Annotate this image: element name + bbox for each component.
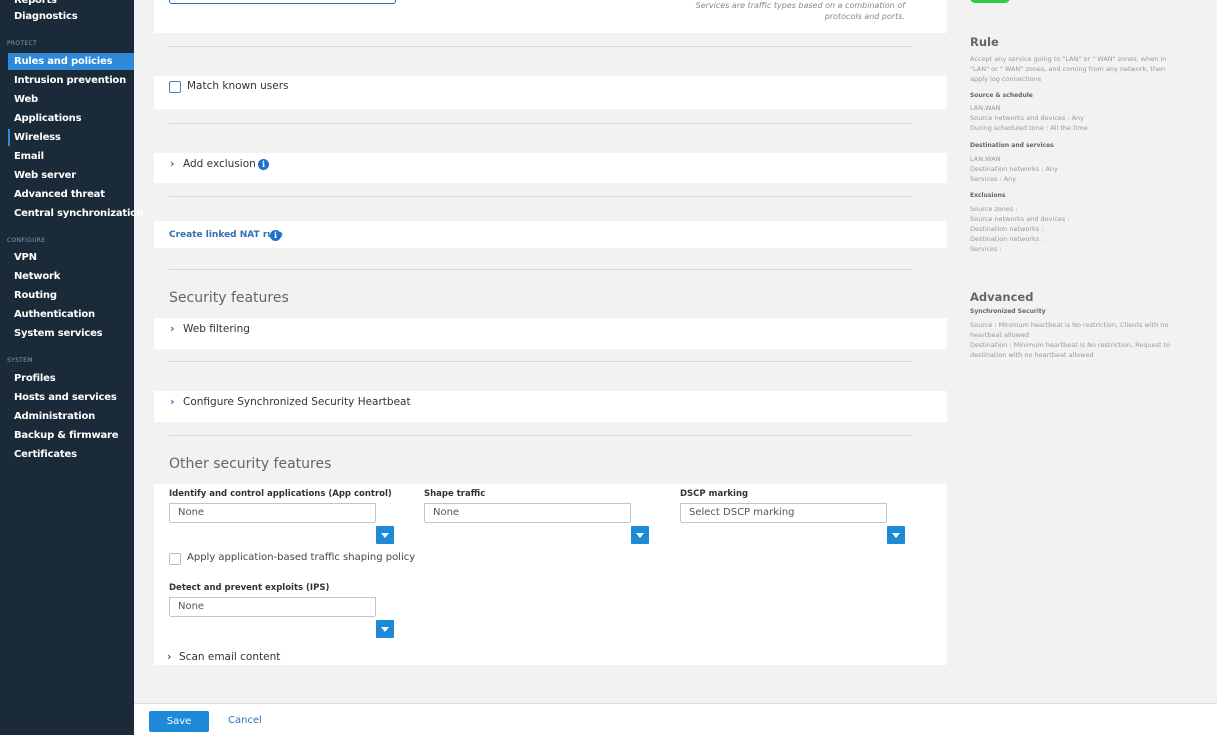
- scan-email-content-link[interactable]: Scan email content: [179, 651, 280, 663]
- match-known-users-checkbox[interactable]: [169, 81, 181, 93]
- sidebar-item-vpn[interactable]: VPN: [8, 249, 134, 266]
- exclusions-title: Exclusions: [970, 192, 1006, 199]
- services-note-line1: Services are traffic types based on a co…: [695, 1, 905, 10]
- destination-networks: Destination networks : Any: [970, 165, 1058, 173]
- chevron-down-icon[interactable]: [887, 526, 905, 544]
- security-features-title: Security features: [169, 290, 289, 306]
- source-schedule-title: Source & schedule: [970, 92, 1033, 99]
- shape-traffic-label: Shape traffic: [424, 489, 486, 499]
- sidebar-item-authentication[interactable]: Authentication: [8, 306, 134, 323]
- chevron-down-icon[interactable]: [631, 526, 649, 544]
- sidebar-item-network[interactable]: Network: [8, 268, 134, 285]
- exclusion-source-networks: Source networks and devices :: [970, 215, 1070, 223]
- match-known-users-label: Match known users: [187, 80, 289, 92]
- save-button[interactable]: Save: [149, 711, 209, 732]
- create-linked-nat-rule-link[interactable]: Create linked NAT rule: [169, 230, 283, 240]
- ips-select[interactable]: None: [169, 597, 376, 617]
- footer-bar: Save Cancel: [134, 703, 1217, 735]
- sidebar-item-central-synchronization[interactable]: Central synchronization: [8, 205, 144, 222]
- sidebar-section-protect: PROTECT: [7, 40, 37, 47]
- sync-source: Source : Minimum heartbeat is No restric…: [970, 321, 1169, 339]
- chevron-right-icon[interactable]: ›: [167, 650, 172, 663]
- ips-label: Detect and prevent exploits (IPS): [169, 583, 330, 593]
- synchronized-security-title: Synchronized Security: [970, 308, 1046, 315]
- chevron-down-icon[interactable]: [376, 526, 394, 544]
- source-zones: LAN,WAN: [970, 104, 1001, 112]
- divider: [169, 46, 912, 47]
- sidebar-item-applications[interactable]: Applications: [8, 110, 134, 127]
- services-note: Services are traffic types based on a co…: [696, 0, 905, 22]
- sidebar-item-wireless[interactable]: Wireless: [8, 129, 134, 146]
- source-networks: Source networks and devices : Any: [970, 114, 1085, 122]
- exclusion-source-zones: Source zones :: [970, 205, 1018, 213]
- shape-traffic-select[interactable]: None: [424, 503, 631, 523]
- rule-summary-panel: Rule Accept any service going to "LAN" o…: [955, 0, 1217, 703]
- chevron-right-icon[interactable]: ›: [170, 157, 175, 170]
- web-filtering-card: › Web filtering: [154, 318, 947, 349]
- source-time: During scheduled time : All the time: [970, 124, 1088, 132]
- sidebar-item-profiles[interactable]: Profiles: [8, 370, 134, 387]
- destination-services: Services : Any: [970, 175, 1017, 183]
- sidebar-item-diagnostics[interactable]: Diagnostics: [8, 8, 134, 25]
- chevron-down-icon[interactable]: [376, 620, 394, 638]
- advanced-title: Advanced: [970, 290, 1034, 304]
- info-icon[interactable]: i: [270, 230, 281, 241]
- destination-services-title: Destination and services: [970, 142, 1054, 149]
- sidebar-item-rules-and-policies[interactable]: Rules and policies: [8, 53, 134, 70]
- sidebar-item-certificates[interactable]: Certificates: [8, 446, 134, 463]
- dscp-marking-label: DSCP marking: [680, 489, 749, 499]
- app-control-select[interactable]: None: [169, 503, 376, 523]
- sidebar-item-administration[interactable]: Administration: [8, 408, 134, 425]
- match-users-card: Match known users: [154, 76, 947, 109]
- sidebar-item-web-server[interactable]: Web server: [8, 167, 134, 184]
- dscp-marking-select[interactable]: Select DSCP marking: [680, 503, 887, 523]
- sidebar-item-system-services[interactable]: System services: [8, 325, 134, 342]
- services-field[interactable]: [169, 0, 396, 4]
- sidebar-section-system: SYSTEM: [7, 357, 33, 364]
- sidebar-item-hosts-and-services[interactable]: Hosts and services: [8, 389, 134, 406]
- status-toggle[interactable]: [970, 0, 1010, 3]
- exclusion-destination-networks: Destination networks :: [970, 235, 1044, 243]
- chevron-right-icon[interactable]: ›: [170, 322, 175, 335]
- other-security-features-title: Other security features: [169, 456, 332, 472]
- rule-title: Rule: [970, 35, 999, 49]
- divider: [169, 123, 912, 124]
- apply-shaping-label: Apply application-based traffic shaping …: [187, 552, 416, 563]
- sidebar-item-web[interactable]: Web: [8, 91, 134, 108]
- chevron-right-icon[interactable]: ›: [170, 395, 175, 408]
- services-note-line2: protocols and ports.: [824, 12, 905, 21]
- rule-description: Accept any service going to "LAN" or " W…: [970, 55, 1167, 83]
- exclusion-services: Services :: [970, 245, 1002, 253]
- configure-heartbeat-link[interactable]: Configure Synchronized Security Heartbea…: [183, 396, 411, 408]
- divider: [169, 269, 912, 270]
- info-icon[interactable]: i: [258, 159, 269, 170]
- services-card: Services are traffic types based on a co…: [154, 0, 947, 33]
- destination-zones: LAN,WAN: [970, 155, 1001, 163]
- sidebar-item-backup-firmware[interactable]: Backup & firmware: [8, 427, 134, 444]
- web-filtering-link[interactable]: Web filtering: [183, 323, 250, 335]
- main-content: Services are traffic types based on a co…: [134, 0, 954, 703]
- divider: [169, 435, 912, 436]
- apply-shaping-checkbox[interactable]: [169, 553, 181, 565]
- sidebar-item-advanced-threat[interactable]: Advanced threat: [8, 186, 134, 203]
- sidebar-item-routing[interactable]: Routing: [8, 287, 134, 304]
- exclusion-destination-networks: Destination networks :: [970, 225, 1044, 233]
- heartbeat-card: › Configure Synchronized Security Heartb…: [154, 391, 947, 422]
- nat-rule-card: Create linked NAT rule i: [154, 221, 947, 248]
- app-control-label: Identify and control applications (App c…: [169, 489, 392, 499]
- cancel-button[interactable]: Cancel: [228, 715, 262, 726]
- sidebar-item-intrusion-prevention[interactable]: Intrusion prevention: [8, 72, 134, 89]
- divider: [169, 361, 912, 362]
- sync-destination: Destination : Minimum heartbeat is No re…: [970, 341, 1171, 359]
- sidebar-item-email[interactable]: Email: [8, 148, 134, 165]
- other-security-card: Identify and control applications (App c…: [154, 484, 947, 665]
- add-exclusion-card: › Add exclusion i: [154, 153, 947, 183]
- sidebar: Reports Diagnostics PROTECT Rules and po…: [0, 0, 144, 735]
- add-exclusion-link[interactable]: Add exclusion: [183, 158, 256, 170]
- sidebar-section-configure: CONFIGURE: [7, 237, 46, 244]
- divider: [169, 196, 912, 197]
